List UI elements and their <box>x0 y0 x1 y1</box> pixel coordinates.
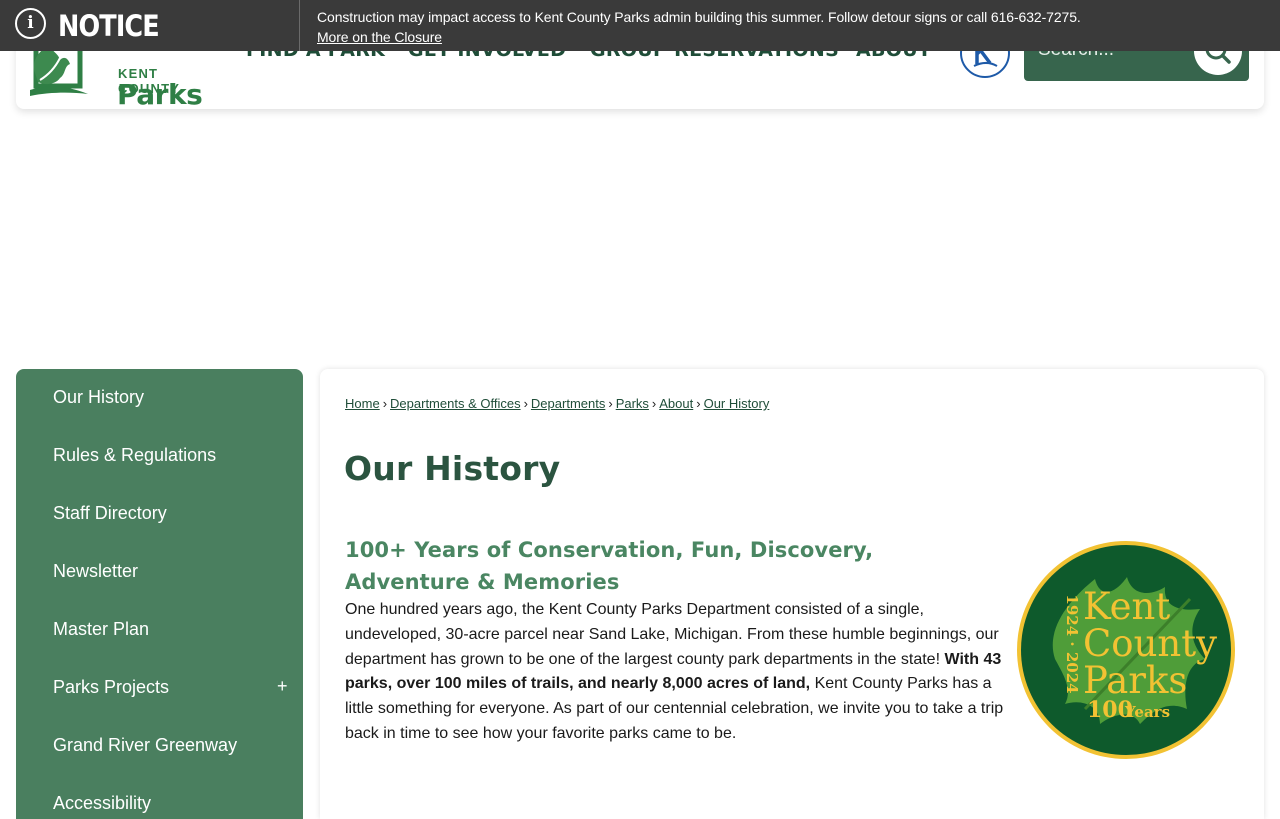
notice-label: i NOTICE <box>0 0 300 51</box>
breadcrumb-home[interactable]: Home <box>345 396 380 411</box>
badge-years-label: Years <box>1124 703 1170 721</box>
sidebar-item-our-history[interactable]: Our History <box>53 387 144 408</box>
notice-message-block: Construction may impact access to Kent C… <box>317 7 1081 47</box>
sidebar-item-rules-regulations[interactable]: Rules & Regulations <box>53 445 216 466</box>
sidebar-item-master-plan[interactable]: Master Plan <box>53 619 149 640</box>
breadcrumb-our-history[interactable]: Our History <box>704 396 770 411</box>
badge-text-parks: Parks <box>1083 659 1187 702</box>
breadcrumb: Home › Departments & Offices › Departments › P… <box>345 396 769 411</box>
breadcrumb-departments-offices[interactable]: Departments & Offices <box>390 396 521 411</box>
breadcrumb-separator: › <box>696 396 701 411</box>
expand-plus-icon[interactable]: + <box>277 676 288 697</box>
sidebar-item-accessibility[interactable]: Accessibility <box>53 793 151 814</box>
intro-paragraph: One hundred years ago, the Kent County P… <box>345 598 1005 747</box>
sidebar-item-parks-projects[interactable]: Parks Projects <box>53 677 169 698</box>
breadcrumb-parks[interactable]: Parks <box>616 396 649 411</box>
breadcrumb-separator: › <box>382 396 388 411</box>
breadcrumb-separator: › <box>523 396 528 411</box>
page-title: Our History <box>344 449 561 488</box>
centennial-logo-image: Kent County Parks 1924 · 2024 100 Years <box>1017 541 1235 759</box>
logo-text-parks: Parks <box>117 78 203 111</box>
breadcrumb-separator: › <box>608 396 613 411</box>
notice-message: Construction may impact access to Kent C… <box>317 9 1081 25</box>
sidebar-item-staff-directory[interactable]: Staff Directory <box>53 503 167 524</box>
intro-text-part1: One hundred years ago, the Kent County P… <box>345 601 999 668</box>
notice-more-link[interactable]: More on the Closure <box>317 29 442 45</box>
breadcrumb-about[interactable]: About <box>659 396 693 411</box>
centennial-badge: Kent County Parks 1924 · 2024 100 Years <box>1015 539 1237 761</box>
breadcrumb-departments[interactable]: Departments <box>531 396 605 411</box>
breadcrumb-separator: › <box>651 396 657 411</box>
sidebar-item-grand-river-greenway[interactable]: Grand River Greenway <box>53 735 237 756</box>
info-icon: i <box>15 8 46 39</box>
badge-years-range: 1924 · 2024 <box>1063 594 1081 693</box>
notice-title: NOTICE <box>58 9 160 43</box>
sidebar-item-newsletter[interactable]: Newsletter <box>53 561 138 582</box>
section-heading: 100+ Years of Conservation, Fun, Discove… <box>345 538 874 594</box>
notice-bar: i NOTICE Construction may impact access … <box>0 0 1280 51</box>
sidebar-nav: Our History Rules & Regulations Staff Di… <box>16 369 303 819</box>
main-content: Home › Departments & Offices › Departments › P… <box>320 369 1264 819</box>
